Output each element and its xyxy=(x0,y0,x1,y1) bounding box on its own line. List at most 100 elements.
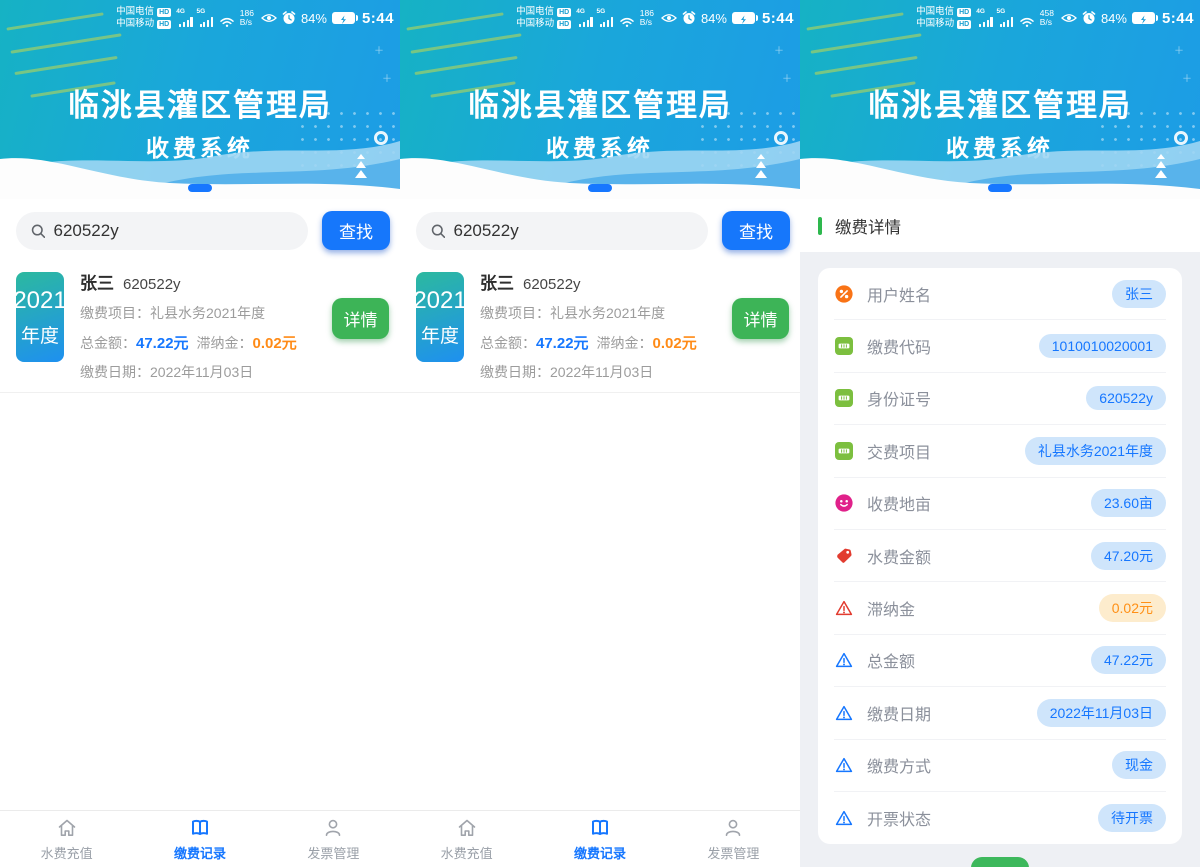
detail-row-late-fee: 滞纳金 0.02元 xyxy=(834,582,1166,634)
alarm-icon xyxy=(682,11,696,25)
status-bar: 中国电信HD 中国移动HD 4G 5G 458B/s 84% 5:44 xyxy=(800,6,1200,30)
search-input-wrap[interactable] xyxy=(416,212,708,250)
detail-background: 用户姓名 张三 缴费代码 1010010020001 身份证号 620522y … xyxy=(800,252,1200,867)
hd-badge: HD xyxy=(957,20,971,29)
section-title: 缴费详情 xyxy=(835,214,901,238)
tab-payment-records[interactable]: 缴费记录 xyxy=(133,811,266,867)
search-input[interactable] xyxy=(53,221,294,241)
user-name: 张三 xyxy=(80,269,114,294)
up-arrows-icon xyxy=(755,154,767,178)
plus-deco-icon: ＋ xyxy=(374,42,384,57)
divider xyxy=(400,392,800,393)
tab-water-recharge[interactable]: 水费充值 xyxy=(400,811,533,867)
warning-red-icon xyxy=(834,598,854,618)
year-badge: 2021 年度 xyxy=(16,272,64,362)
book-icon xyxy=(188,816,212,840)
search-icon xyxy=(30,222,45,239)
person-icon xyxy=(321,816,345,840)
section-header: 缴费详情 xyxy=(800,199,1200,252)
bottom-nav: 水费充值 缴费记录 发票管理 xyxy=(0,810,400,867)
screen-search-middle: ＋ ＋ 中国电信HD 中国移动HD 4G 5G 186B/s 84% 5:44 … xyxy=(400,0,800,867)
bottom-nav: 水费充值 缴费记录 发票管理 xyxy=(400,810,800,867)
detail-value-pill: 现金 xyxy=(1112,751,1166,779)
search-input-wrap[interactable] xyxy=(16,212,308,250)
network-speed: 186B/s xyxy=(640,9,654,28)
tab-invoice-management[interactable]: 发票管理 xyxy=(267,811,400,867)
confirm-button-partial[interactable] xyxy=(971,857,1029,867)
eye-icon xyxy=(261,13,277,23)
deco-line xyxy=(410,33,521,53)
home-icon xyxy=(55,816,79,840)
book-icon xyxy=(588,816,612,840)
eye-icon xyxy=(661,13,677,23)
year-badge: 2021 年度 xyxy=(416,272,464,362)
warning-blue-icon xyxy=(834,703,854,723)
wifi-icon xyxy=(1020,17,1034,27)
battery-percent: 84% xyxy=(1101,11,1127,26)
detail-row-project: 交费项目 礼县水务2021年度 xyxy=(834,425,1166,477)
signal-icons: 4G 5G xyxy=(579,9,634,27)
tab-payment-records[interactable]: 缴费记录 xyxy=(533,811,666,867)
detail-value-pill: 0.02元 xyxy=(1099,594,1166,622)
screen-payment-detail: ＋ ＋ 中国电信HD 中国移动HD 4G 5G 458B/s 84% 5:44 … xyxy=(800,0,1200,867)
smiley-icon xyxy=(834,493,854,513)
find-button[interactable]: 查找 xyxy=(322,211,390,250)
battery-percent: 84% xyxy=(301,11,327,26)
eye-icon xyxy=(1061,13,1077,23)
signal-5g-icon: 5G xyxy=(1000,9,1013,27)
tab-invoice-management[interactable]: 发票管理 xyxy=(667,811,800,867)
app-title: 临洮县灌区管理局 xyxy=(0,80,400,125)
carrier-labels: 中国电信HD 中国移动HD xyxy=(516,6,571,30)
signal-4g-icon: 4G xyxy=(179,9,192,27)
search-input[interactable] xyxy=(453,221,694,241)
total-amount: 47.22元 xyxy=(136,335,189,352)
signal-5g-icon: 5G xyxy=(200,9,213,27)
detail-row-user-name: 用户姓名 张三 xyxy=(834,268,1166,320)
search-row: 查找 xyxy=(400,199,800,250)
detail-value-pill: 张三 xyxy=(1112,280,1166,308)
clock-time: 5:44 xyxy=(362,10,394,27)
app-header: ＋ ＋ 中国电信HD 中国移动HD 4G 5G 186B/s 84% 5:44 … xyxy=(400,0,800,199)
plus-deco-icon: ＋ xyxy=(774,42,784,57)
warning-blue-icon xyxy=(834,808,854,828)
signal-4g-icon: 4G xyxy=(579,9,592,27)
find-button[interactable]: 查找 xyxy=(722,211,790,250)
detail-button[interactable]: 详情 xyxy=(332,298,389,339)
battery-icon xyxy=(1132,12,1155,24)
idcard-icon xyxy=(834,388,854,408)
battery-icon xyxy=(732,12,755,24)
screen-search-left: ＋ ＋ 中国电信HD 中国移动HD 4G 5G 186B/s 84% 5:44 … xyxy=(0,0,400,867)
hd-badge: HD xyxy=(557,8,571,17)
deco-line xyxy=(14,56,117,75)
clock-time: 5:44 xyxy=(1162,10,1194,27)
payment-record-card: 2021 年度 张三 620522y 缴费项目：礼县水务2021年度 总金额：4… xyxy=(400,267,800,382)
signal-icons: 4G 5G xyxy=(179,9,234,27)
tab-water-recharge[interactable]: 水费充值 xyxy=(0,811,133,867)
late-fee: 0.02元 xyxy=(653,335,697,352)
circle-deco-icon xyxy=(374,131,388,145)
deco-line xyxy=(414,56,517,75)
up-arrows-icon xyxy=(355,154,367,178)
clock-time: 5:44 xyxy=(762,10,794,27)
header-pill xyxy=(588,184,612,192)
year-suffix: 年度 xyxy=(421,321,459,348)
detail-value-pill: 23.60亩 xyxy=(1091,489,1166,517)
user-id: 620522y xyxy=(523,276,581,293)
app-header: ＋ ＋ 中国电信HD 中国移动HD 4G 5G 186B/s 84% 5:44 … xyxy=(0,0,400,199)
person-icon xyxy=(721,816,745,840)
detail-button[interactable]: 详情 xyxy=(732,298,789,339)
hd-badge: HD xyxy=(957,8,971,17)
alarm-icon xyxy=(1082,11,1096,25)
user-name: 张三 xyxy=(480,269,514,294)
year-number: 2021 xyxy=(413,287,466,315)
hd-badge: HD xyxy=(157,8,171,17)
deco-line xyxy=(814,56,917,75)
detail-row-pay-method: 缴费方式 现金 xyxy=(834,740,1166,792)
home-icon xyxy=(455,816,479,840)
plus-deco-icon: ＋ xyxy=(1174,42,1184,57)
alarm-icon xyxy=(282,11,296,25)
status-bar: 中国电信HD 中国移动HD 4G 5G 186B/s 84% 5:44 xyxy=(400,6,800,30)
signal-5g-icon: 5G xyxy=(600,9,613,27)
carrier-labels: 中国电信HD 中国移动HD xyxy=(916,6,971,30)
idcard-icon xyxy=(834,336,854,356)
